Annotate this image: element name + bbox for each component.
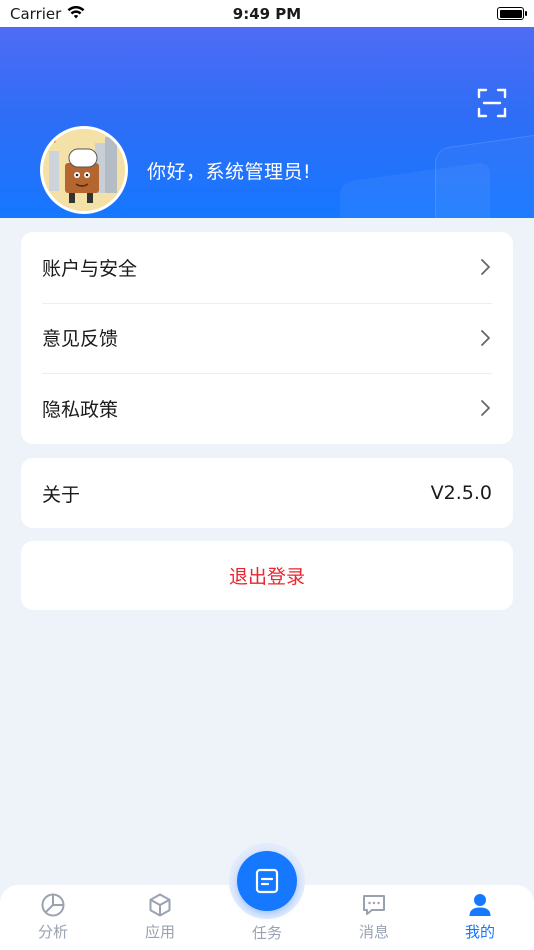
message-icon	[363, 895, 385, 915]
profile-header: 你好，系统管理员!	[0, 27, 534, 218]
avatar[interactable]	[40, 126, 128, 214]
settings-menu-card: 账户与安全 意见反馈 隐私政策	[21, 232, 513, 444]
menu-item-feedback[interactable]: 意见反馈	[21, 302, 513, 374]
about-row[interactable]: 关于 V2.5.0	[21, 458, 513, 528]
about-label: 关于	[42, 483, 81, 506]
scan-icon[interactable]	[476, 87, 508, 119]
chevron-right-icon	[481, 259, 490, 276]
menu-item-label: 隐私政策	[42, 398, 119, 421]
tab-tasks[interactable]	[229, 843, 305, 919]
user-icon	[469, 894, 491, 916]
tab-apps[interactable]: 应用	[120, 885, 200, 950]
cube-icon	[149, 893, 171, 917]
logout-label: 退出登录	[228, 566, 305, 588]
tab-label: 分析	[37, 923, 68, 941]
pie-chart-icon	[41, 893, 65, 917]
version-text: V2.5.0	[430, 482, 492, 504]
chevron-right-icon	[481, 400, 490, 417]
wifi-icon	[67, 5, 85, 23]
battery-icon	[497, 7, 527, 20]
menu-item-label: 意见反馈	[42, 328, 119, 351]
carrier-label: Carrier	[10, 4, 62, 23]
task-doc-icon	[255, 868, 279, 894]
menu-item-account-security[interactable]: 账户与安全	[21, 232, 513, 303]
tab-label: 任务	[251, 924, 282, 942]
tab-label: 应用	[144, 923, 175, 941]
task-button[interactable]	[237, 851, 297, 911]
header-decoration	[435, 129, 534, 218]
menu-item-label: 账户与安全	[42, 257, 138, 280]
tab-analysis[interactable]: 分析	[13, 885, 93, 950]
status-bar: Carrier 9:49 PM	[0, 0, 534, 27]
tab-mine[interactable]: 我的	[440, 885, 520, 950]
greeting-text: 你好，系统管理员!	[147, 161, 312, 183]
logout-button[interactable]: 退出登录	[21, 541, 513, 610]
tab-label: 消息	[358, 923, 389, 941]
tab-messages[interactable]: 消息	[334, 885, 414, 950]
status-left: Carrier	[10, 5, 85, 23]
chevron-right-icon	[481, 329, 490, 346]
tab-label: 我的	[464, 923, 495, 941]
menu-item-privacy-policy[interactable]: 隐私政策	[21, 373, 513, 444]
